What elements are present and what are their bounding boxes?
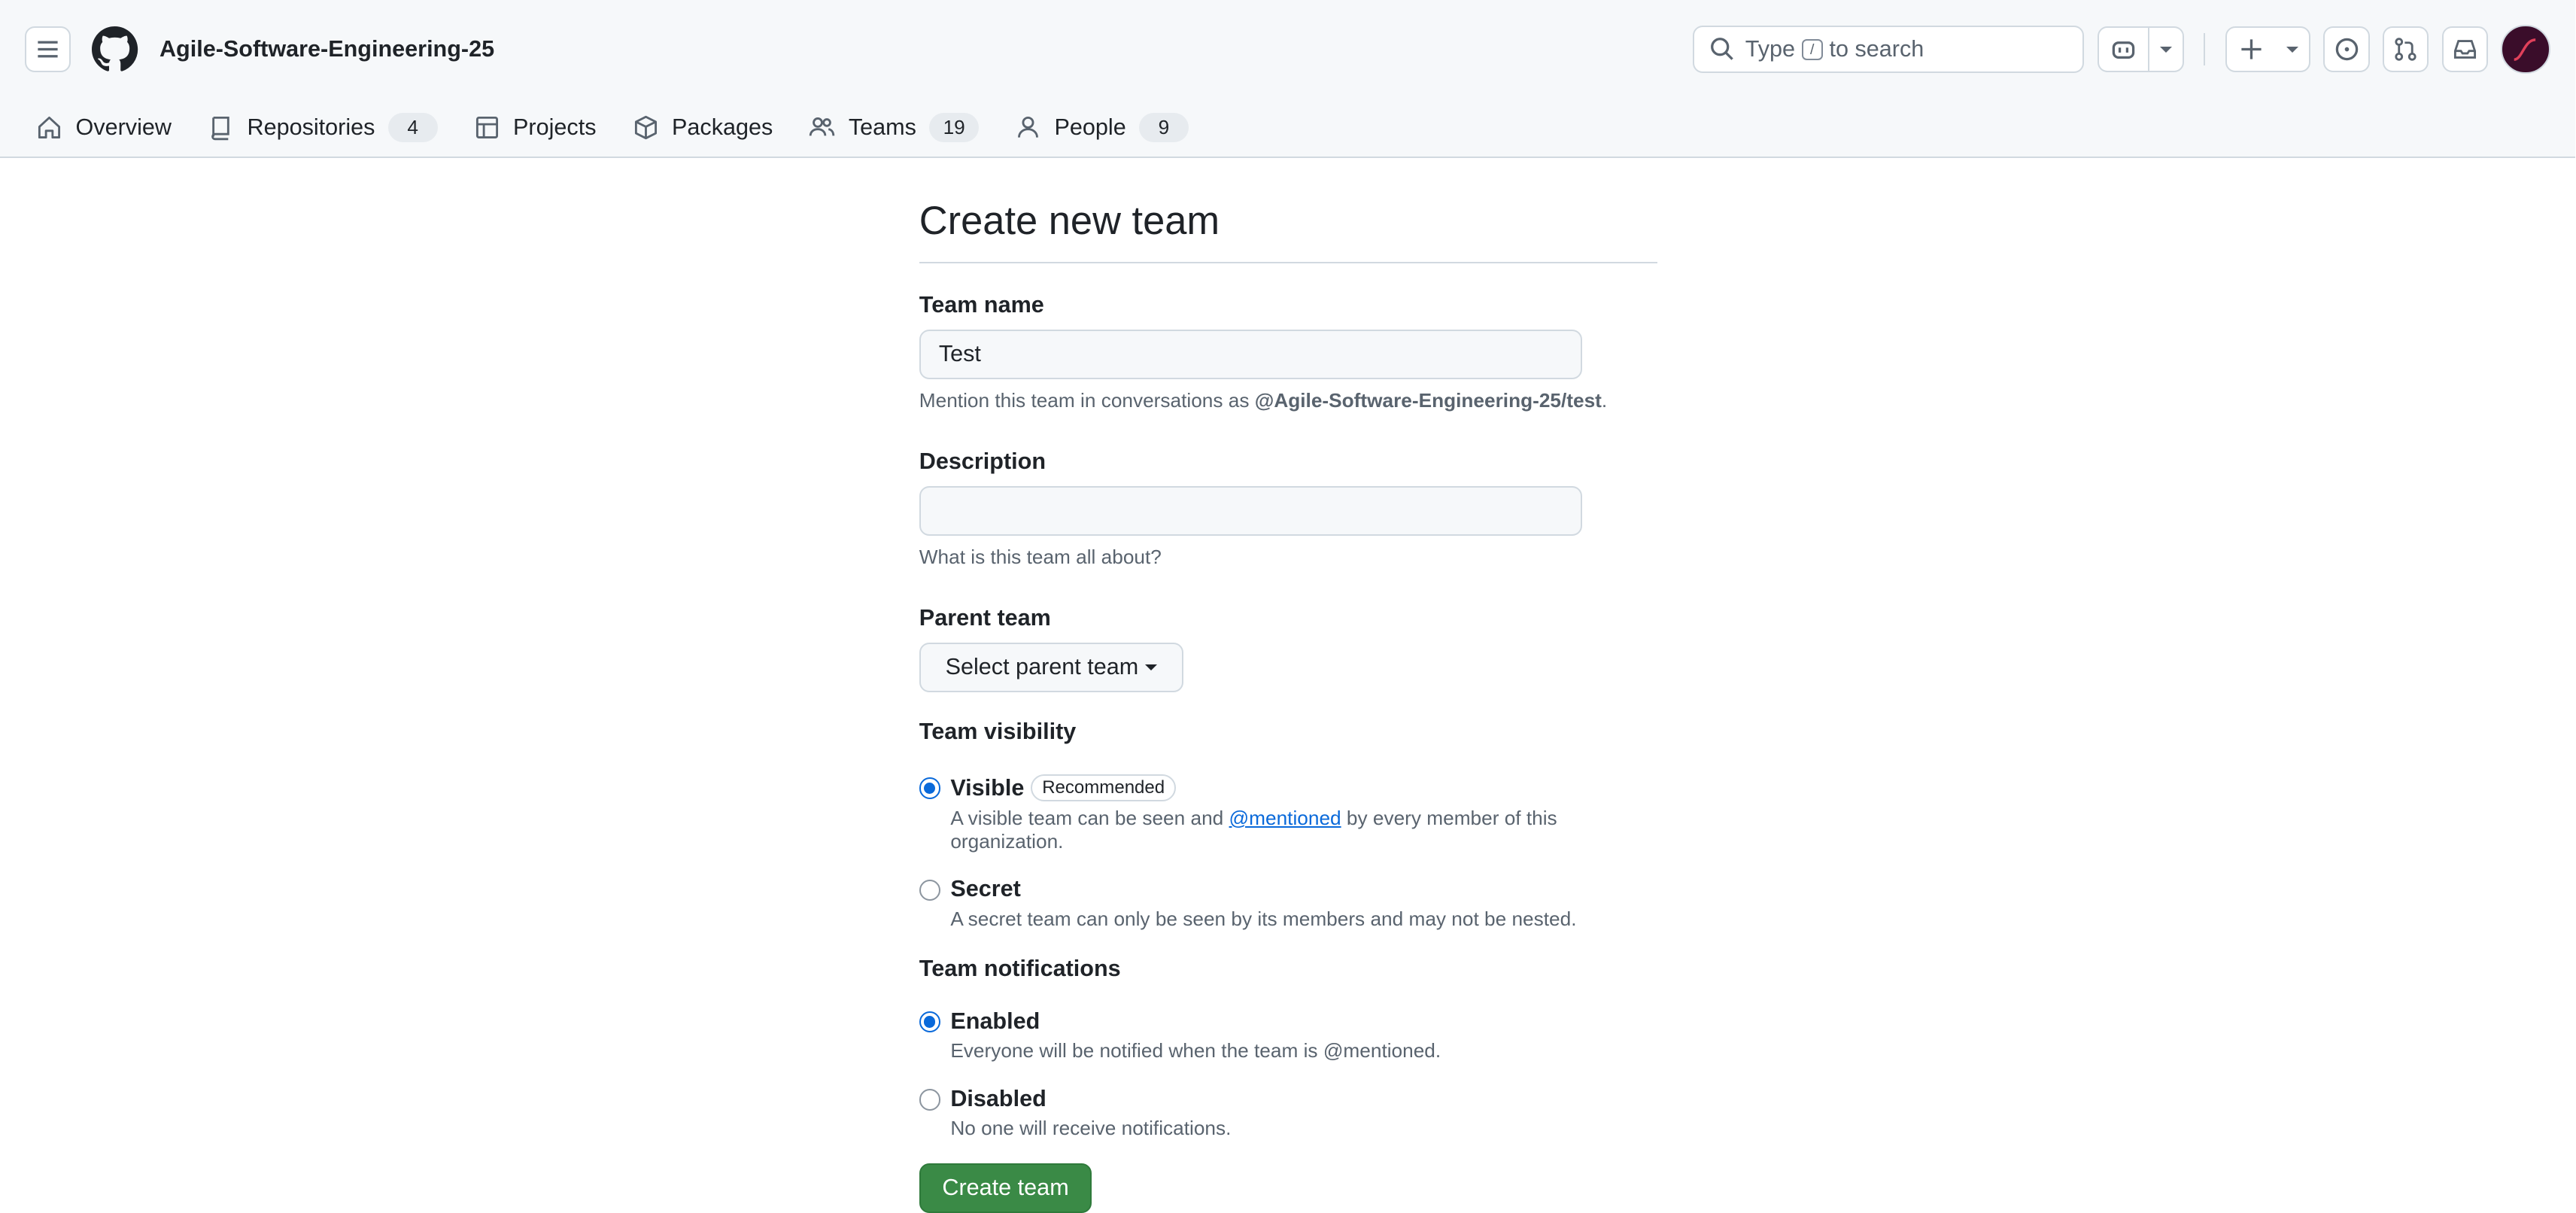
parent-team-group: Parent team Select parent team <box>919 605 1657 692</box>
create-team-button[interactable]: Create team <box>919 1163 1092 1213</box>
team-name-input[interactable]: Test <box>919 329 1582 379</box>
disabled-title: Disabled <box>950 1085 1046 1111</box>
issue-opened-icon <box>2335 38 2358 61</box>
caret-down-icon <box>1144 664 1157 670</box>
team-name-label: Team name <box>919 291 1044 318</box>
secret-radio[interactable] <box>919 879 941 901</box>
person-icon <box>1018 116 1038 138</box>
pull-requests-button[interactable] <box>2383 26 2429 73</box>
header: Agile-Software-Engineering-25 Type / to … <box>0 0 2575 158</box>
visible-note-prefix: A visible team can be seen and <box>950 806 1224 829</box>
copilot-button-group <box>2097 26 2185 73</box>
mention-handle: @Agile-Software-Engineering-25/test <box>1254 388 1602 412</box>
visible-radio[interactable] <box>919 777 941 799</box>
team-name-note: Mention this team in conversations as @A… <box>919 389 1657 412</box>
visibility-group: Team visibility Visible Recommended A vi… <box>919 719 1657 931</box>
create-new-button[interactable] <box>2225 26 2310 73</box>
inbox-icon <box>2453 40 2476 59</box>
repo-icon <box>211 116 229 141</box>
recommended-badge: Recommended <box>1031 774 1177 802</box>
description-note: What is this team all about? <box>919 545 1162 568</box>
select-parent-team-button[interactable]: Select parent team <box>919 643 1183 692</box>
visibility-label: Team visibility <box>919 718 1077 744</box>
repositories-count-badge: 4 <box>387 112 438 143</box>
nav-tab-label: Projects <box>513 114 597 140</box>
visibility-option-secret: Secret A secret team can only be seen by… <box>919 876 1657 931</box>
nav-tab-people[interactable]: People 9 <box>1015 103 1189 153</box>
page-title: Create new team <box>919 199 1658 264</box>
description-label: Description <box>919 448 1046 474</box>
copilot-dropdown-button[interactable] <box>2149 28 2183 71</box>
nav-tab-projects[interactable]: Projects <box>474 103 597 153</box>
secret-note: A secret team can only be seen by its me… <box>950 907 1577 930</box>
people-icon <box>810 117 835 136</box>
enabled-note: Everyone will be notified when the team … <box>950 1039 1441 1063</box>
mention-suffix: . <box>1601 388 1608 412</box>
nav-tab-overview[interactable]: Overview <box>36 103 172 153</box>
visible-note: A visible team can be seen and @mentione… <box>950 807 1657 853</box>
enabled-title: Enabled <box>950 1008 1040 1034</box>
top-bar: Agile-Software-Engineering-25 Type / to … <box>0 0 2575 99</box>
git-pull-request-icon <box>2395 38 2417 61</box>
nav-tab-label: Repositories <box>247 114 375 140</box>
notifications-group: Team notifications Enabled Everyone will… <box>919 956 1657 1141</box>
notifications-label: Team notifications <box>919 955 1121 981</box>
nav-tab-label: Teams <box>848 114 916 140</box>
home-icon <box>38 116 61 138</box>
chevron-down-icon <box>2160 46 2173 53</box>
plus-icon <box>2241 39 2262 59</box>
mention-prefix: Mention this team in conversations as <box>919 388 1250 412</box>
nav-tab-label: Overview <box>75 114 172 140</box>
notifications-option-disabled: Disabled No one will receive notificatio… <box>919 1086 1657 1141</box>
select-parent-team-label: Select parent team <box>945 654 1139 680</box>
secret-title: Secret <box>950 876 1021 902</box>
disabled-note: No one will receive notifications. <box>950 1117 1232 1140</box>
nav-tab-packages[interactable]: Packages <box>633 103 773 153</box>
nav-tab-label: Packages <box>672 114 773 140</box>
visible-title: Visible <box>950 774 1025 801</box>
visibility-option-visible: Visible Recommended A visible team can b… <box>919 774 1657 853</box>
people-count-badge: 9 <box>1139 112 1189 143</box>
search-prefix: Type <box>1745 36 1795 62</box>
team-name-group: Team name Test Mention this team in conv… <box>919 292 1657 412</box>
menu-button[interactable] <box>24 26 71 73</box>
enabled-radio[interactable] <box>919 1011 941 1033</box>
inbox-button[interactable] <box>2441 26 2488 73</box>
copilot-button[interactable] <box>2099 28 2149 71</box>
chevron-down-icon <box>2286 46 2299 53</box>
org-nav: Overview Repositories 4 Projects Package… <box>0 99 2575 156</box>
table-icon <box>475 116 498 138</box>
description-group: Description What is this team all about? <box>919 448 1657 569</box>
nav-tab-repositories[interactable]: Repositories 4 <box>208 103 438 153</box>
nav-tab-teams[interactable]: Teams 19 <box>809 103 979 153</box>
hamburger-icon <box>38 41 58 58</box>
mentioned-link[interactable]: @mentioned <box>1229 807 1341 829</box>
description-input[interactable] <box>919 485 1582 536</box>
org-name-link[interactable]: Agile-Software-Engineering-25 <box>159 36 494 62</box>
parent-team-label: Parent team <box>919 604 1051 631</box>
avatar-image-icon <box>2514 38 2536 61</box>
nav-tab-label: People <box>1054 114 1126 140</box>
page: Agile-Software-Engineering-25 Type / to … <box>0 0 2575 1213</box>
teams-count-badge: 19 <box>929 112 979 143</box>
search-icon <box>1710 38 1733 60</box>
issues-button[interactable] <box>2323 26 2370 73</box>
copilot-icon <box>2112 41 2135 59</box>
disabled-radio[interactable] <box>919 1089 941 1111</box>
search-suffix: to search <box>1829 36 1924 62</box>
notifications-option-enabled: Enabled Everyone will be notified when t… <box>919 1008 1657 1063</box>
search-input[interactable]: Type / to search <box>1692 25 2085 74</box>
create-team-form: Create new team Team name Test Mention t… <box>919 158 1658 1213</box>
avatar[interactable] <box>2501 24 2551 74</box>
package-icon <box>634 115 657 140</box>
github-logo-icon[interactable] <box>92 26 138 72</box>
search-shortcut-key: / <box>1801 38 1823 60</box>
